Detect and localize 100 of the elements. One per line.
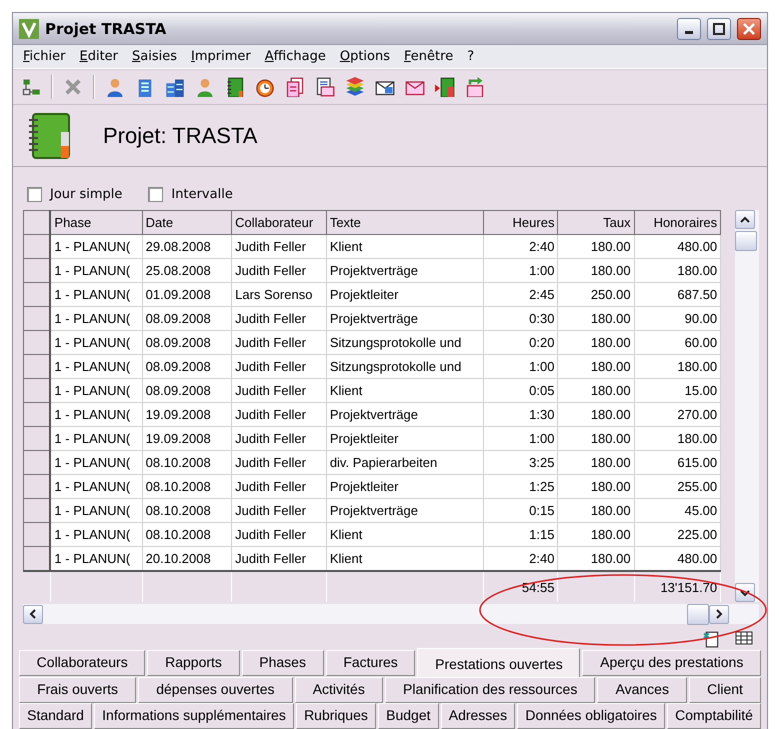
table-cell: div. Papierarbeiten [326,450,484,474]
table-cell: Judith Feller [232,522,326,546]
table-cell: 180.00 [558,474,634,498]
table-cell: 1 - PLANUN( [50,330,142,354]
table-cell: Klient [326,522,484,546]
table-cell: 08.09.2008 [142,330,232,354]
project-title: Projet: TRASTA [103,122,258,149]
table-cell: 180.00 [558,234,634,258]
menu-item[interactable]: Fichier [23,49,66,64]
table-cell: 2:40 [484,546,558,571]
tab[interactable]: Factures [326,650,416,676]
table-cell: 1:30 [484,402,558,426]
tab[interactable]: Client [689,677,762,703]
table-cell: 180.00 [634,354,721,378]
table-cell: Judith Feller [232,546,326,571]
table-cell: 1:00 [484,258,558,282]
tab[interactable]: Activités [294,677,383,703]
table-cell: 180.00 [558,546,634,571]
tab[interactable]: Avances [597,677,688,703]
table-cell: Judith Feller [232,330,326,354]
table-cell: 0:20 [484,330,558,354]
table-cell: 1:15 [484,522,558,546]
menu-item[interactable]: Fenêtre [404,49,454,64]
column-header[interactable]: Date [142,210,232,234]
table-cell: 480.00 [634,546,721,571]
table-cell: 1 - PLANUN( [50,258,142,282]
tab[interactable]: Rubriques [296,703,376,729]
table-cell: Judith Feller [232,498,326,522]
menu-item[interactable]: Imprimer [191,49,251,64]
tab[interactable]: Comptabilité [666,703,762,729]
tab[interactable]: Aperçu des prestations [582,650,762,676]
column-header[interactable]: Collaborateur [232,210,326,234]
table-cell: 19.09.2008 [142,426,232,450]
table-cell: Projektleiter [326,426,484,450]
table-cell: 480.00 [634,234,721,258]
table-cell: 250.00 [558,282,634,306]
table-cell: 180.00 [558,498,634,522]
menu-item[interactable]: Editer [80,49,118,64]
tab[interactable]: Collaborateurs [19,650,146,676]
table-cell: 180.00 [558,402,634,426]
checkbox-label: Intervalle [171,187,233,202]
table-cell: 180.00 [558,426,634,450]
column-header[interactable]: Taux [558,210,634,234]
menu-item[interactable]: Affichage [264,49,326,64]
table-cell: 270.00 [634,402,721,426]
table-cell: 180.00 [558,330,634,354]
column-header[interactable]: Heures [484,210,558,234]
tab[interactable]: Standard [19,703,92,729]
table-cell: 180.00 [558,522,634,546]
table-cell: Klient [326,378,484,402]
table-cell: Judith Feller [232,378,326,402]
table-cell: 25.08.2008 [142,258,232,282]
table-cell: 180.00 [558,306,634,330]
tab[interactable]: Planification des ressources [384,677,596,703]
table-cell: 180.00 [558,354,634,378]
table-cell: Projektleiter [326,474,484,498]
column-header[interactable]: Phase [50,210,142,234]
table-cell: 1 - PLANUN( [50,426,142,450]
table-cell: Sitzungsprotokolle und [326,354,484,378]
total-hours: 54:55 [484,571,558,602]
table-cell: 1 - PLANUN( [50,378,142,402]
table-cell: 08.10.2008 [142,498,232,522]
table-cell: 60.00 [634,330,721,354]
table-cell: Projektverträge [326,402,484,426]
table-cell: 1 - PLANUN( [50,306,142,330]
menu-item[interactable]: Saisies [132,49,178,64]
table-cell: 180.00 [634,258,721,282]
tab[interactable]: Frais ouverts [19,677,136,703]
tab[interactable]: Informations supplémentaires [94,703,294,729]
table-cell: 1 - PLANUN( [50,402,142,426]
table-cell: Judith Feller [232,474,326,498]
table-cell: 2:40 [484,234,558,258]
tab[interactable]: Adresses [440,703,516,729]
table-cell: Judith Feller [232,354,326,378]
tab[interactable]: Rapports [147,650,240,676]
table-cell: 1:00 [484,354,558,378]
table-cell: Judith Feller [232,426,326,450]
tab[interactable]: Phases [242,650,324,676]
table-cell: 19.09.2008 [142,402,232,426]
tab[interactable]: Données obligatoires [517,703,665,729]
table-cell: 90.00 [634,306,721,330]
table-cell: Projektverträge [326,306,484,330]
total-fees: 13'151.70 [634,571,721,602]
table-cell: 1 - PLANUN( [50,474,142,498]
column-header[interactable]: Texte [326,210,484,234]
table-cell: Judith Feller [232,234,326,258]
table-cell: 08.10.2008 [142,450,232,474]
menu-item[interactable]: Options [340,49,390,64]
menu-item[interactable]: ? [467,49,474,64]
table-cell: Projektverträge [326,498,484,522]
table-cell: 180.00 [558,258,634,282]
column-header[interactable]: Honoraires [634,210,721,234]
table-cell: Klient [326,546,484,571]
table-cell: 08.10.2008 [142,474,232,498]
tab[interactable]: dépenses ouvertes [138,677,293,703]
table-cell: 1 - PLANUN( [50,546,142,571]
tab[interactable]: Budget [378,703,439,729]
tab[interactable]: Prestations ouvertes [417,648,580,677]
table-cell: 2:45 [484,282,558,306]
table-cell: 01.09.2008 [142,282,232,306]
